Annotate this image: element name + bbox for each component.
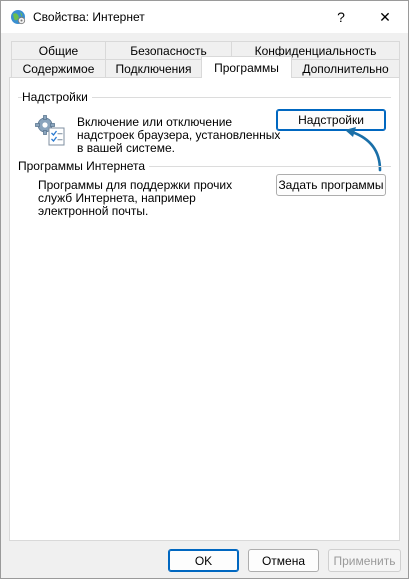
help-button[interactable]: ?: [319, 1, 363, 33]
tab-content[interactable]: Содержимое: [11, 59, 106, 77]
apply-button[interactable]: Применить: [328, 549, 401, 572]
internet-programs-description: Программы для поддержки прочих служб Инт…: [38, 178, 233, 218]
window-title: Свойства: Интернет: [33, 10, 145, 24]
programs-panel: Надстройки Включение или отключение надс…: [9, 77, 400, 541]
tab-advanced[interactable]: Дополнительно: [291, 59, 400, 77]
addons-description: Включение или отключение надстроек брауз…: [77, 115, 281, 155]
close-button[interactable]: ✕: [363, 1, 407, 33]
cancel-button[interactable]: Отмена: [248, 549, 319, 572]
gear-addons-icon: [35, 115, 65, 146]
tab-programs[interactable]: Программы: [201, 56, 292, 78]
title-bar: Свойства: Интернет ? ✕: [1, 1, 408, 33]
internet-programs-group-title: Программы Интернета: [18, 159, 150, 173]
tab-general[interactable]: Общие: [11, 41, 106, 59]
tab-strip: Общие Безопасность Конфиденциальность Со…: [1, 33, 408, 78]
set-programs-button[interactable]: Задать программы: [276, 174, 386, 196]
tab-connections[interactable]: Подключения: [105, 59, 202, 77]
addons-group-title: Надстройки: [22, 90, 92, 104]
properties-window: Свойства: Интернет ? ✕ Общие Безопасност…: [0, 0, 409, 579]
ok-button[interactable]: OK: [168, 549, 239, 572]
internet-globe-icon: [11, 10, 26, 25]
